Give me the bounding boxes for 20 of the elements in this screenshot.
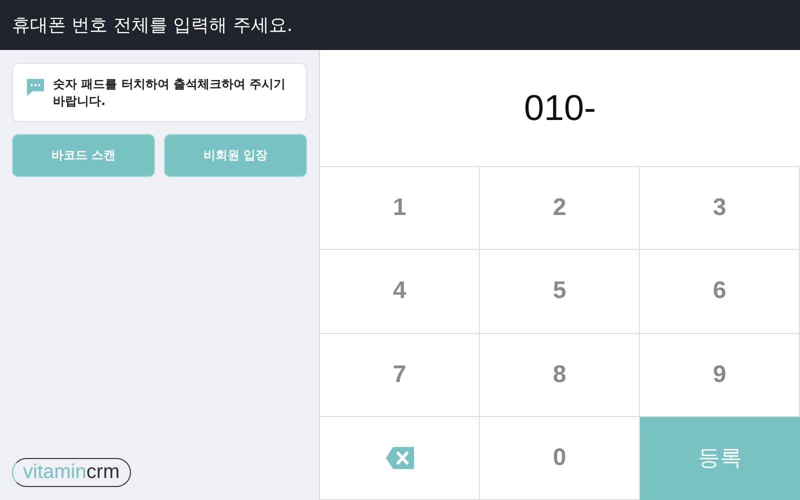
digit-key[interactable]: 6 — [640, 250, 800, 334]
digit-key[interactable]: 3 — [640, 167, 800, 250]
digit-key[interactable]: 0 — [480, 416, 640, 500]
header-title: 휴대폰 번호 전체를 입력해 주세요. — [12, 14, 293, 37]
chat-bubble-icon — [26, 78, 45, 97]
barcode-scan-button[interactable]: 바코드 스캔 — [12, 134, 155, 177]
backspace-key[interactable] — [320, 416, 480, 500]
notice-text: 숫자 패드를 터치하여 출석체크하여 주시기 바랍니다. — [53, 76, 287, 110]
digit-key[interactable]: 8 — [480, 334, 640, 417]
logo: vitamincrm — [12, 458, 131, 487]
digit-key[interactable]: 9 — [640, 334, 800, 417]
digit-key[interactable]: 7 — [320, 334, 480, 417]
digit-key[interactable]: 5 — [480, 250, 640, 334]
digit-key[interactable]: 4 — [320, 250, 480, 334]
digit-key[interactable]: 1 — [320, 167, 480, 250]
phone-number-text: 010- — [524, 87, 596, 129]
digit-key[interactable]: 2 — [480, 167, 640, 250]
register-button[interactable]: 등록 — [640, 416, 800, 500]
guest-entry-button[interactable]: 비회원 입장 — [164, 134, 307, 177]
backspace-icon — [384, 446, 414, 470]
